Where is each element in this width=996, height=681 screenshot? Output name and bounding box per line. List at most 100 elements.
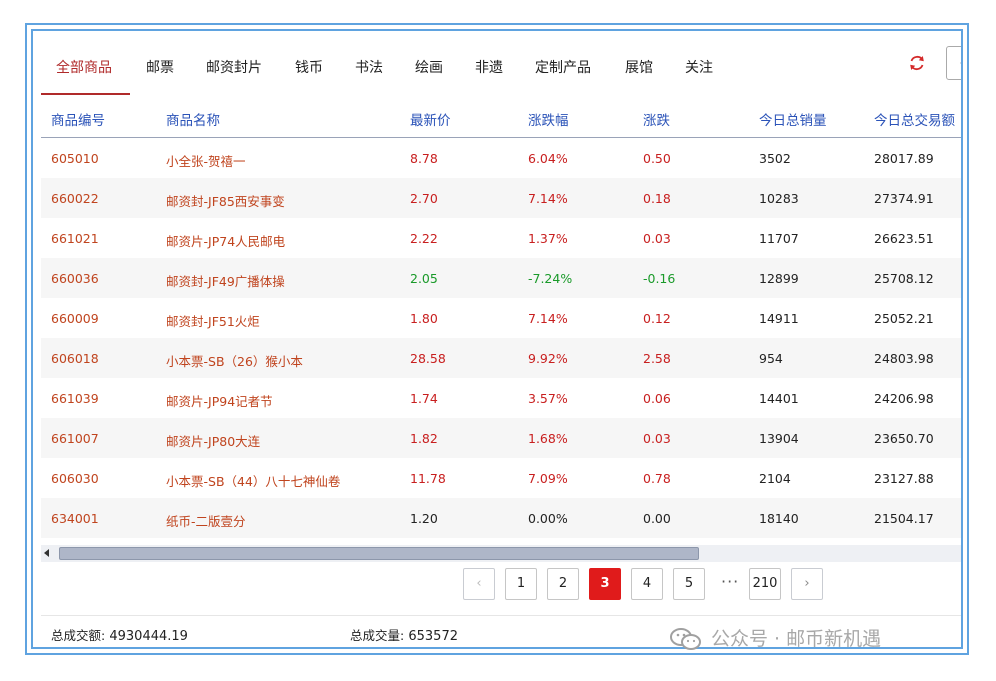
page-button-last[interactable]: 210 xyxy=(749,568,781,600)
tab-exhibition[interactable]: 展馆 xyxy=(625,57,653,77)
latest-price: 2.22 xyxy=(410,231,438,246)
tab-painting[interactable]: 绘画 xyxy=(415,57,443,77)
product-name[interactable]: 邮资片-JP80大连 xyxy=(166,431,260,450)
tab-intangible-heritage[interactable]: 非遗 xyxy=(475,57,503,77)
tab-postal-stationery[interactable]: 邮资封片 xyxy=(206,57,262,77)
table-row[interactable]: 660009 邮资封-JF51火炬 1.80 7.14% 0.12 14911 25052.… xyxy=(41,298,961,338)
daily-volume: 12899 xyxy=(759,271,799,286)
table-row[interactable]: 660036 邮资封-JF49广播体操 2.05 -7.24% -0.16 12899 25… xyxy=(41,258,961,298)
product-code[interactable]: 661007 xyxy=(51,431,99,446)
page-button-1[interactable]: 1 xyxy=(505,568,537,600)
daily-turnover: 24803.98 xyxy=(874,351,934,366)
col-daily-volume[interactable]: 今日总销量 xyxy=(759,109,827,129)
col-name[interactable]: 商品名称 xyxy=(166,109,220,129)
col-code[interactable]: 商品编号 xyxy=(51,109,105,129)
tab-custom-products[interactable]: 定制产品 xyxy=(535,57,591,77)
daily-turnover: 28017.89 xyxy=(874,151,934,166)
horizontal-scrollbar[interactable] xyxy=(41,545,961,562)
col-change-percent[interactable]: 涨跌幅 xyxy=(528,109,569,129)
tab-all-products[interactable]: 全部商品 xyxy=(56,57,112,77)
page-button-2[interactable]: 2 xyxy=(547,568,579,600)
scrollbar-thumb[interactable] xyxy=(59,547,699,560)
daily-turnover: 24206.98 xyxy=(874,391,934,406)
col-daily-turnover[interactable]: 今日总交易额 xyxy=(874,109,955,129)
page-button-3[interactable]: 3 xyxy=(589,568,621,600)
product-code[interactable]: 605010 xyxy=(51,151,99,166)
total-turnover-value: 4930444.19 xyxy=(109,629,188,644)
table-row[interactable]: 634001 纸币-二版壹分 1.20 0.00% 0.00 18140 21504.17 xyxy=(41,498,961,538)
product-code[interactable]: 634001 xyxy=(51,511,99,526)
refresh-icon[interactable] xyxy=(907,53,927,73)
change-value: 2.58 xyxy=(643,351,671,366)
table-row[interactable]: 661007 邮资片-JP80大连 1.82 1.68% 0.03 13904 23650.… xyxy=(41,418,961,458)
scroll-left-icon[interactable] xyxy=(44,549,49,557)
col-latest-price[interactable]: 最新价 xyxy=(410,109,451,129)
tab-follow[interactable]: 关注 xyxy=(685,57,713,77)
latest-price: 8.78 xyxy=(410,151,438,166)
col-change[interactable]: 涨跌 xyxy=(643,109,670,129)
product-name[interactable]: 邮资封-JF49广播体操 xyxy=(166,271,285,290)
change-value: -0.16 xyxy=(643,271,676,286)
daily-volume: 13904 xyxy=(759,431,799,446)
daily-volume: 3502 xyxy=(759,151,791,166)
total-turnover: 总成交额: 4930444.19 xyxy=(51,625,188,644)
change-value: 0.03 xyxy=(643,431,671,446)
search-input[interactable]: 请 xyxy=(946,46,961,80)
latest-price: 1.80 xyxy=(410,311,438,326)
daily-turnover: 26623.51 xyxy=(874,231,934,246)
product-code[interactable]: 661039 xyxy=(51,391,99,406)
category-tabs: 全部商品 邮票 邮资封片 钱币 书法 绘画 非遗 定制产品 展馆 关注 请 xyxy=(41,31,961,97)
table-row[interactable]: 661039 邮资片-JP94记者节 1.74 3.57% 0.06 14401 24206… xyxy=(41,378,961,418)
product-name[interactable]: 邮资片-JP74人民邮电 xyxy=(166,231,285,250)
latest-price: 2.70 xyxy=(410,191,438,206)
product-name[interactable]: 小本票-SB（26）猴小本 xyxy=(166,351,303,370)
change-value: 0.03 xyxy=(643,231,671,246)
product-name[interactable]: 纸币-二版壹分 xyxy=(166,511,246,530)
table-row[interactable]: 661021 邮资片-JP74人民邮电 2.22 1.37% 0.03 11707 2662… xyxy=(41,218,961,258)
product-code[interactable]: 660009 xyxy=(51,311,99,326)
next-page-button[interactable]: › xyxy=(791,568,823,600)
prev-page-button[interactable]: ‹ xyxy=(463,568,495,600)
product-code[interactable]: 606030 xyxy=(51,471,99,486)
table-row[interactable]: 660022 邮资封-JF85西安事变 2.70 7.14% 0.18 10283 2737… xyxy=(41,178,961,218)
product-name[interactable]: 小本票-SB（44）八十七神仙卷 xyxy=(166,471,340,490)
product-code[interactable]: 660036 xyxy=(51,271,99,286)
daily-turnover: 23127.88 xyxy=(874,471,934,486)
page-button-5[interactable]: 5 xyxy=(673,568,705,600)
product-name[interactable]: 邮资片-JP94记者节 xyxy=(166,391,273,410)
tab-stamps[interactable]: 邮票 xyxy=(146,57,174,77)
table-row[interactable]: 605010 小全张-贺禧一 8.78 6.04% 0.50 3502 28017.89 xyxy=(41,138,961,178)
total-volume: 总成交量: 653572 xyxy=(350,625,458,644)
active-tab-underline xyxy=(41,93,130,95)
product-code[interactable]: 661021 xyxy=(51,231,99,246)
product-name[interactable]: 小全张-贺禧一 xyxy=(166,151,246,170)
daily-volume: 11707 xyxy=(759,231,799,246)
change-value: 0.06 xyxy=(643,391,671,406)
page-button-4[interactable]: 4 xyxy=(631,568,663,600)
daily-volume: 2104 xyxy=(759,471,791,486)
daily-turnover: 25708.12 xyxy=(874,271,934,286)
change-percent: 7.14% xyxy=(528,191,568,206)
latest-price: 1.82 xyxy=(410,431,438,446)
tab-calligraphy[interactable]: 书法 xyxy=(355,57,383,77)
product-code[interactable]: 660022 xyxy=(51,191,99,206)
daily-turnover: 27374.91 xyxy=(874,191,934,206)
tab-coins[interactable]: 钱币 xyxy=(295,57,323,77)
table-row[interactable]: 606018 小本票-SB（26）猴小本 28.58 9.92% 2.58 954 2480… xyxy=(41,338,961,378)
change-value: 0.12 xyxy=(643,311,671,326)
total-volume-label: 总成交量: xyxy=(350,628,405,643)
daily-turnover: 25052.21 xyxy=(874,311,934,326)
change-percent: 1.37% xyxy=(528,231,568,246)
wechat-icon xyxy=(670,628,701,650)
change-percent: 9.92% xyxy=(528,351,568,366)
change-value: 0.18 xyxy=(643,191,671,206)
daily-volume: 954 xyxy=(759,351,783,366)
table-row[interactable]: 606030 小本票-SB（44）八十七神仙卷 11.78 7.09% 0.78 2104… xyxy=(41,458,961,498)
product-name[interactable]: 邮资封-JF51火炬 xyxy=(166,311,260,330)
product-name[interactable]: 邮资封-JF85西安事变 xyxy=(166,191,285,210)
product-code[interactable]: 606018 xyxy=(51,351,99,366)
daily-turnover: 21504.17 xyxy=(874,511,934,526)
daily-volume: 10283 xyxy=(759,191,799,206)
daily-turnover: 23650.70 xyxy=(874,431,934,446)
change-percent: 6.04% xyxy=(528,151,568,166)
